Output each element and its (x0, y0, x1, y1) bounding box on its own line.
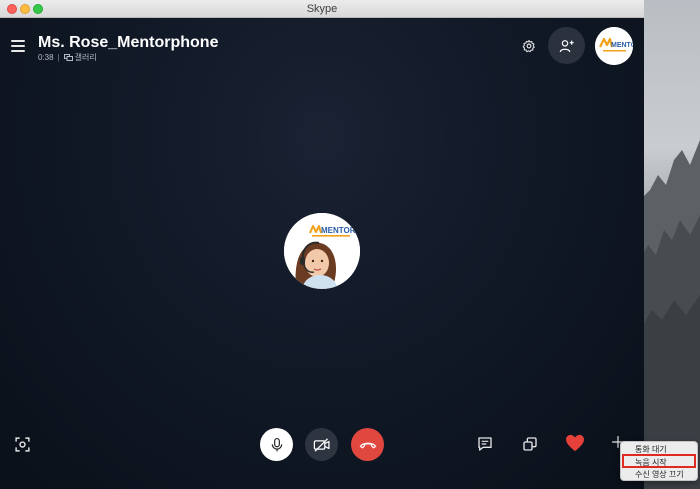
video-button[interactable] (305, 428, 338, 461)
skype-window: Skype Ms. Rose_Mentorphone 0:38 | 갤러리 ME… (0, 0, 644, 489)
mountain-wallpaper (640, 140, 700, 489)
chat-icon[interactable] (477, 436, 493, 452)
hamburger-menu-icon[interactable] (11, 40, 25, 52)
call-duration: 0:38 (38, 53, 54, 62)
mentor-logo-avatar: MENTOR (595, 27, 633, 65)
top-avatar-logo-text: MENTOR (611, 42, 633, 49)
more-options-menu: 통화 대기 녹음 시작 수신 영상 끄기 (620, 441, 698, 481)
video-off-icon (313, 437, 330, 452)
title-bar[interactable]: Skype (0, 0, 644, 18)
switch-window-icon[interactable] (522, 436, 538, 452)
highlight-box (622, 454, 696, 468)
status-separator: | (57, 53, 60, 62)
self-avatar[interactable]: MENTOR (595, 27, 633, 65)
window-title: Skype (306, 3, 338, 15)
gallery-view-toggle[interactable]: 갤러리 (63, 52, 97, 63)
hangup-button[interactable] (351, 428, 384, 461)
center-avatar-logo-text: MENTOR (321, 226, 356, 235)
add-person-button[interactable] (548, 27, 585, 64)
screen-share-icon[interactable] (14, 436, 31, 453)
microphone-button[interactable] (260, 428, 293, 461)
microphone-icon (271, 437, 282, 451)
contact-name: Ms. Rose_Mentorphone (38, 34, 219, 51)
call-status: 0:38 | 갤러리 (38, 52, 97, 63)
view-mode-label: 갤러리 (74, 53, 97, 62)
gear-icon[interactable] (522, 39, 536, 53)
heart-icon[interactable] (565, 434, 585, 452)
contact-avatar: MENTOR (284, 213, 360, 289)
phone-hangup-icon (359, 442, 376, 448)
add-person-icon (559, 39, 574, 52)
gallery-icon (63, 54, 73, 61)
contact-photo: MENTOR (284, 213, 360, 289)
menu-item-turn-off-incoming-video[interactable]: 수신 영상 끄기 (621, 469, 697, 480)
